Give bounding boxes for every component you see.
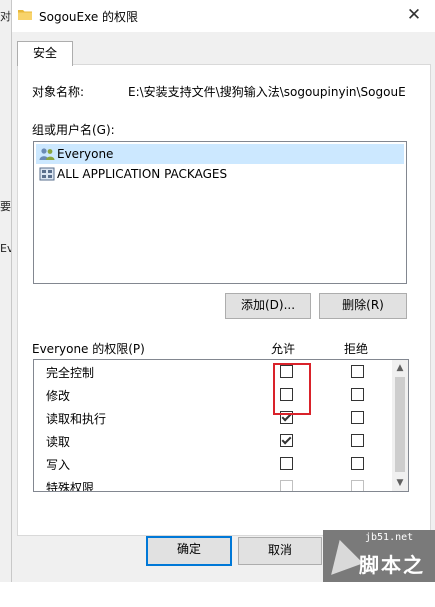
allow-checkbox[interactable]: [280, 480, 293, 491]
permissions-dialog: SogouExe 的权限 ✕ 安全 对象名称: E:\安装支持文件\搜狗输入法\…: [11, 0, 435, 582]
user-list[interactable]: Everyone ALL APPLICATION PACKAGES: [33, 141, 407, 284]
add-button[interactable]: 添加(D)...: [225, 293, 311, 319]
leaf-icon: [320, 535, 364, 575]
permission-row: 修改: [34, 383, 392, 406]
permission-name: 写入: [46, 458, 71, 472]
scroll-up-icon[interactable]: ▲: [392, 360, 408, 376]
permission-name: 特殊权限: [46, 481, 95, 492]
security-panel: 对象名称: E:\安装支持文件\搜狗输入法\sogoupinyin\SogouE…: [17, 64, 431, 536]
permission-row: 特殊权限: [34, 475, 392, 492]
packages-icon: [39, 167, 55, 181]
permission-row: 完全控制: [34, 360, 392, 383]
ok-button[interactable]: 确定: [146, 536, 232, 566]
close-button[interactable]: ✕: [392, 0, 435, 32]
cancel-button[interactable]: 取消: [238, 537, 322, 565]
permission-name: 修改: [46, 389, 71, 403]
allow-checkbox[interactable]: [280, 457, 293, 470]
background-text: 要: [0, 200, 11, 213]
permission-name: 读取: [46, 435, 71, 449]
permission-row: 写入: [34, 452, 392, 475]
permission-name: 完全控制: [46, 366, 95, 380]
list-item-everyone[interactable]: Everyone: [36, 144, 404, 164]
allow-checkbox[interactable]: [280, 434, 293, 447]
allow-header: 允许: [271, 342, 296, 356]
user-name: ALL APPLICATION PACKAGES: [57, 167, 228, 181]
deny-checkbox[interactable]: [351, 388, 364, 401]
remove-button[interactable]: 删除(R): [319, 293, 407, 319]
deny-checkbox[interactable]: [351, 365, 364, 378]
watermark-logo: jb51.net 脚本之家: [320, 530, 435, 606]
deny-checkbox[interactable]: [351, 434, 364, 447]
deny-checkbox[interactable]: [351, 411, 364, 424]
permission-name: 读取和执行: [46, 412, 107, 426]
highlight-box: [273, 363, 311, 415]
tab-security[interactable]: 安全: [17, 41, 73, 66]
watermark-brand: 脚本之家: [359, 553, 425, 606]
object-path: E:\安装支持文件\搜狗输入法\sogoupinyin\SogouE: [128, 85, 406, 99]
permission-row: 读取和执行: [34, 406, 392, 429]
permission-row: 读取: [34, 429, 392, 452]
watermark-site: jb51.net: [365, 532, 414, 543]
title-bar: SogouExe 的权限 ✕: [12, 0, 435, 32]
user-name: Everyone: [57, 147, 114, 161]
scroll-thumb[interactable]: [395, 377, 405, 472]
permissions-grid: 完全控制 修改 读取和执行 读取 写入 特殊权限 ▲ ▼: [33, 359, 409, 492]
background-text: 对: [0, 10, 11, 23]
folder-icon: [18, 10, 32, 20]
users-icon: [39, 148, 55, 160]
permissions-scrollbar[interactable]: ▲ ▼: [392, 360, 408, 491]
permissions-title: Everyone 的权限(P): [32, 342, 145, 356]
object-name-label: 对象名称:: [32, 85, 85, 99]
groups-label: 组或用户名(G):: [32, 123, 115, 137]
deny-checkbox[interactable]: [351, 480, 364, 491]
deny-checkbox[interactable]: [351, 457, 364, 470]
window-title: SogouExe 的权限: [39, 10, 139, 24]
list-item-all-application-packages[interactable]: ALL APPLICATION PACKAGES: [36, 164, 404, 184]
scroll-down-icon[interactable]: ▼: [392, 475, 408, 491]
deny-header: 拒绝: [344, 342, 369, 356]
